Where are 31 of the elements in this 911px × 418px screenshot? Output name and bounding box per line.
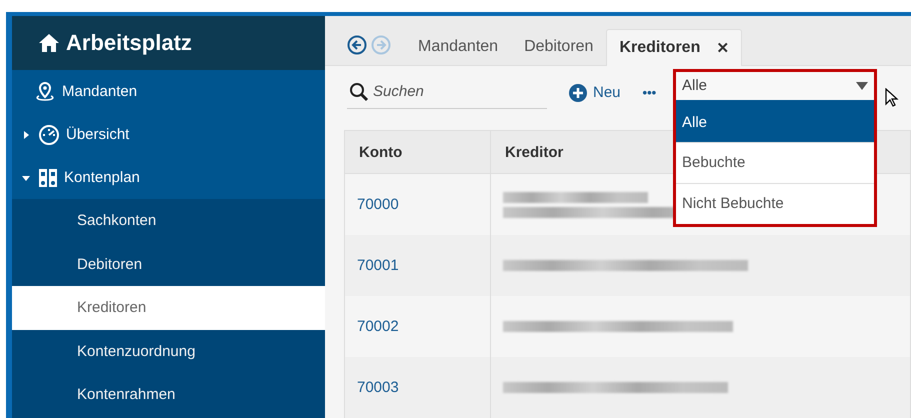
sidebar-item[interactable]: Mandanten: [12, 70, 325, 113]
filter-dropdown[interactable]: Alle: [676, 72, 874, 104]
tab-label: Debitoren: [524, 38, 594, 56]
search-field[interactable]: Suchen: [347, 74, 547, 109]
location-pin-icon: [34, 80, 56, 102]
sidebar-item[interactable]: Kontenplan: [12, 156, 325, 199]
home-icon: [38, 33, 60, 53]
account-link[interactable]: 70003: [344, 357, 490, 418]
column-header[interactable]: Konto: [359, 144, 402, 160]
close-tab-button[interactable]: ✕: [716, 38, 730, 57]
column-header[interactable]: Kreditor: [505, 144, 564, 160]
gauge-icon: [38, 124, 60, 146]
sidebar-title: Arbeitsplatz: [66, 30, 192, 56]
mouse-cursor-icon: [885, 88, 899, 108]
dropdown-arrow-icon: [856, 82, 868, 90]
plus-icon: [569, 84, 587, 102]
new-button[interactable]: Neu: [569, 84, 621, 102]
sidebar-item[interactable]: Übersicht: [12, 113, 325, 156]
account-link[interactable]: 70001: [344, 235, 490, 296]
binders-icon: [38, 166, 58, 188]
sidebar-item[interactable]: Kreditoren: [12, 286, 325, 330]
dropdown-option[interactable]: Bebuchte: [676, 142, 874, 183]
tab-label: Kreditoren: [619, 38, 700, 57]
search-icon: [349, 82, 369, 102]
dropdown-option[interactable]: Nicht Bebuchte: [676, 182, 874, 224]
tab[interactable]: Debitoren: [511, 28, 606, 65]
dropdown-option[interactable]: Alle: [676, 104, 874, 142]
tab-label: Mandanten: [418, 38, 498, 56]
tab[interactable]: Mandanten: [405, 28, 512, 65]
tab[interactable]: Kreditoren ✕: [606, 28, 742, 66]
more-button[interactable]: •••: [642, 85, 656, 100]
